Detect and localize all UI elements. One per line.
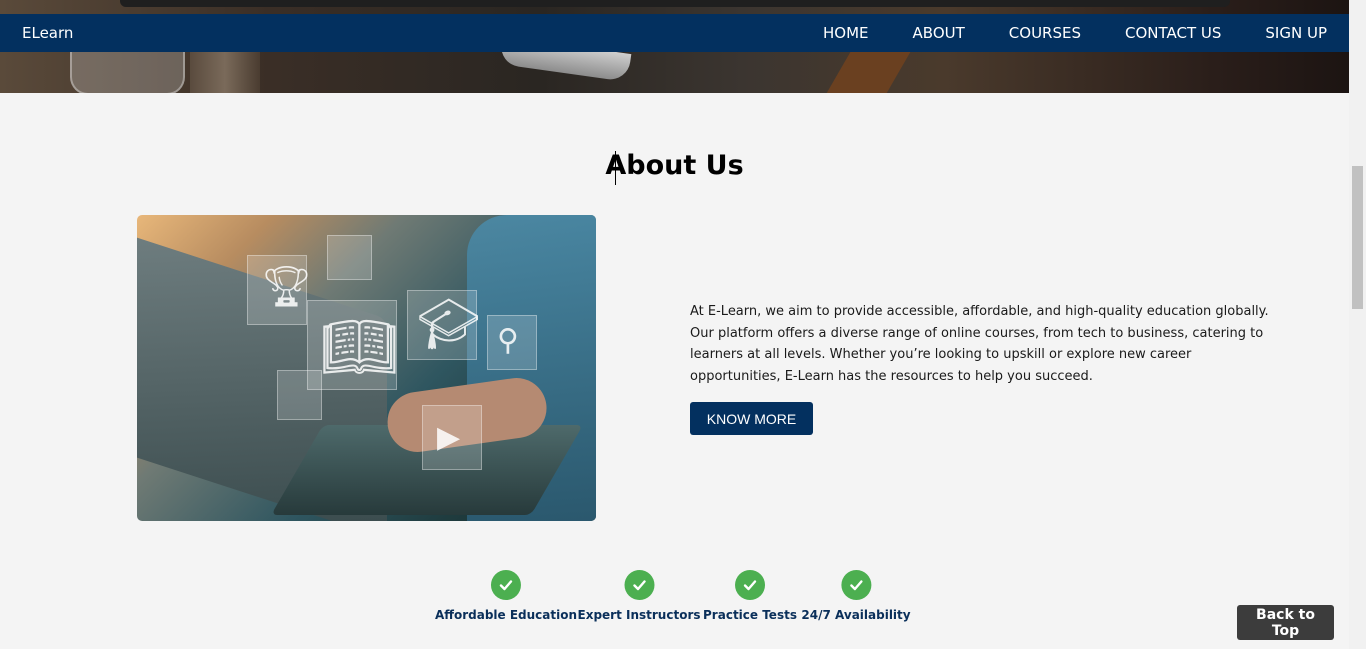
search-icon: ⚲ [497, 323, 519, 358]
trophy-icon: 🏆︎ [261, 264, 312, 310]
graduation-cap-icon: 🎓︎ [417, 295, 481, 353]
nav-contact-us[interactable]: CONTACT US [1125, 24, 1221, 42]
navbar: ELearn HOME ABOUT COURSES CONTACT US SIG… [0, 14, 1349, 52]
nav-home[interactable]: HOME [823, 24, 869, 42]
about-title: About Us [605, 150, 744, 181]
brand-logo[interactable]: ELearn [22, 24, 73, 42]
feature-label: Affordable Education [434, 608, 578, 622]
nav-courses[interactable]: COURSES [1009, 24, 1081, 42]
feature-availability: 24/7 Availability [801, 570, 911, 622]
hero-monitor-edge [120, 0, 1230, 7]
hero-object [825, 45, 915, 93]
feature-label: 24/7 Availability [801, 608, 911, 622]
image-panel-presenter [327, 235, 372, 280]
feature-label: Expert Instructors [577, 608, 701, 622]
nav-links: HOME ABOUT COURSES CONTACT US SIGN UP [823, 24, 1327, 42]
check-circle-icon [624, 570, 654, 600]
play-icon: ▶ [437, 420, 461, 455]
scrollbar-thumb[interactable] [1352, 166, 1363, 309]
nav-about[interactable]: ABOUT [913, 24, 965, 42]
feature-expert-instructors: Expert Instructors [578, 570, 701, 622]
text-caret [615, 151, 616, 185]
check-circle-icon [735, 570, 765, 600]
image-panel-user [277, 370, 322, 420]
page-scrollbar[interactable] [1349, 0, 1366, 649]
about-description: At E-Learn, we aim to provide accessible… [690, 304, 1269, 384]
about-image: 🏆︎ 📖︎ 🎓︎ ⚲ ▶ [137, 215, 596, 521]
feature-practice-tests: Practice Tests [703, 570, 797, 622]
feature-label: Practice Tests [703, 608, 797, 622]
check-circle-icon [840, 570, 871, 600]
check-circle-icon [491, 570, 521, 600]
nav-sign-up[interactable]: SIGN UP [1265, 24, 1327, 42]
book-icon: 📖︎ [320, 310, 399, 383]
hero-cup [190, 50, 260, 93]
know-more-button[interactable]: KNOW MORE [690, 402, 813, 435]
back-to-top-button[interactable]: Back to Top [1237, 605, 1334, 640]
feature-affordable-education: Affordable Education [435, 570, 577, 622]
